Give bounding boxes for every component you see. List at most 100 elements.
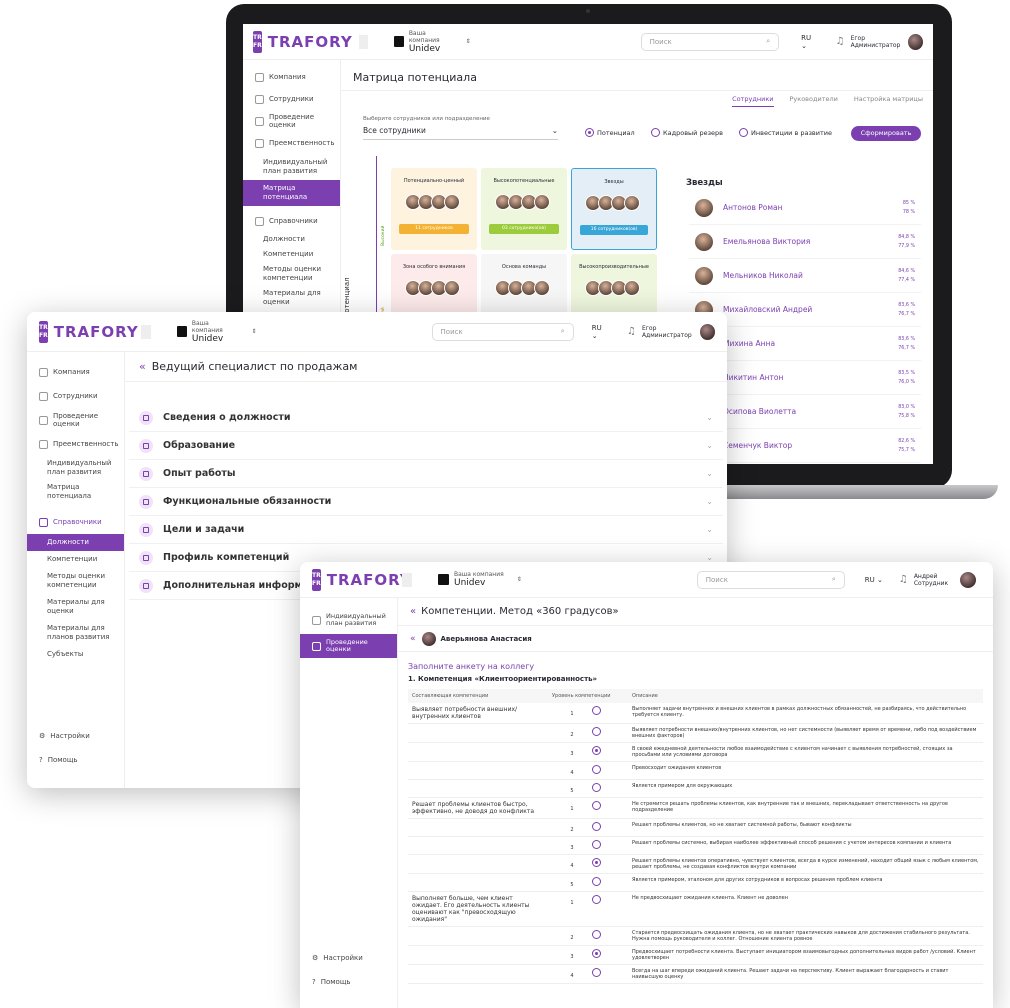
user-info[interactable]: Егор Администратор: [851, 35, 901, 49]
component-name: Решает проблемы клиентов быстро, эффекти…: [412, 801, 535, 815]
radio-reserve[interactable]: Кадровый резерв: [651, 128, 723, 137]
user-info[interactable]: Андрей Сотрудник: [914, 573, 948, 587]
help-link[interactable]: ? Помощь: [300, 972, 363, 992]
avatar[interactable]: [960, 571, 977, 588]
employees-select[interactable]: Все сотрудники ⌄: [363, 126, 558, 140]
matrix-cell[interactable]: Звезды 16 сотрудников(ов): [571, 168, 657, 250]
level-radio[interactable]: [592, 706, 601, 715]
sidebar-subitem[interactable]: Методы оценки компетенции: [27, 568, 124, 594]
level-radio[interactable]: [592, 727, 601, 736]
level-radio[interactable]: [592, 877, 601, 886]
sidebar-item-references[interactable]: Справочники: [27, 510, 124, 534]
laptop-search-input[interactable]: Поиск ⌕: [640, 32, 780, 51]
company-switcher[interactable]: Ваша компания Unidev ⇕: [176, 320, 257, 344]
sidebar-subitem[interactable]: Компетенции: [243, 247, 340, 262]
level-cell: 5: [548, 779, 628, 798]
sidebar-item[interactable]: Сотрудники: [243, 88, 340, 110]
language-select[interactable]: RU ⌄: [801, 34, 818, 50]
accordion-section[interactable]: Образование ⌄: [129, 432, 723, 460]
level-radio[interactable]: [592, 840, 601, 849]
matrix-cell[interactable]: Высокопотенциальные 03 сотрудника(ов): [481, 168, 567, 250]
sidebar-toggle-icon[interactable]: [141, 324, 151, 339]
level-radio[interactable]: [592, 801, 601, 810]
sidebar-item[interactable]: Компания: [27, 360, 124, 384]
level-radio[interactable]: [592, 895, 601, 904]
sidebar-subitem[interactable]: Индивидуальный план развития: [27, 456, 124, 480]
list-item[interactable]: Емельянова Виктория 84,8 % 77,9 %: [689, 225, 921, 259]
tab-employees[interactable]: Сотрудники: [732, 95, 774, 107]
level-radio[interactable]: [592, 822, 601, 831]
sidebar-subitem[interactable]: Матрица потенциала: [243, 180, 340, 206]
logo[interactable]: TR FR TRAFORY: [39, 320, 138, 343]
language-select[interactable]: RU ⌄: [865, 576, 883, 584]
company-switcher[interactable]: Ваша компания Unidev ⇕: [438, 571, 522, 588]
logo[interactable]: TR FR TRAFORY: [312, 568, 411, 591]
bell-icon[interactable]: ♫: [627, 326, 636, 337]
assessment-main: « Компетенции. Метод «360 градусов» « Ав…: [398, 598, 993, 1008]
table-row: 3 Предвосхищает потребности клиента. Выст…: [408, 945, 983, 965]
sidebar-subitem[interactable]: Субъекты: [27, 646, 124, 663]
sidebar-subitem[interactable]: Материалы для планов развития: [27, 620, 124, 646]
accordion-section[interactable]: Опыт работы ⌄: [129, 460, 723, 488]
sidebar-subitem[interactable]: Индивидуальный план развития: [243, 154, 340, 180]
sidebar-subitem[interactable]: Должности: [243, 232, 340, 247]
sidebar-item[interactable]: Сотрудники: [27, 384, 124, 408]
sidebar-toggle-icon[interactable]: [402, 572, 412, 587]
laptop-logo[interactable]: TR FR TRAFORY: [253, 30, 352, 53]
user-info[interactable]: Егор Администратор: [642, 325, 692, 339]
list-item[interactable]: Антонов Роман 85 % 78 %: [689, 191, 921, 225]
sidebar-item[interactable]: Преемственность: [27, 432, 124, 456]
company-switcher[interactable]: Ваша компания Unidev ⇕: [394, 30, 471, 54]
sidebar-subitem[interactable]: Материалы для оценки: [27, 594, 124, 620]
level-cell: 2: [548, 723, 628, 743]
matrix-cell[interactable]: Потенциально-ценный 11 сотрудников: [391, 168, 477, 250]
level-radio[interactable]: [592, 746, 601, 755]
sidebar-item[interactable]: Компания: [243, 66, 340, 88]
list-item[interactable]: Мельников Николай 84,6 % 77,4 %: [689, 259, 921, 293]
radio-icon: [585, 128, 594, 137]
accordion-section[interactable]: Сведения о должности ⌄: [129, 404, 723, 432]
generate-button[interactable]: Сформировать: [851, 126, 921, 141]
sidebar-subitem[interactable]: Должности: [27, 534, 124, 551]
back-icon[interactable]: «: [139, 360, 146, 373]
level-radio[interactable]: [592, 949, 601, 958]
radio-potential[interactable]: Потенциал: [585, 128, 635, 137]
settings-link[interactable]: ⚙ Настройки: [27, 726, 102, 746]
sidebar-subitem[interactable]: Методы оценки компетенции: [243, 262, 340, 286]
settings-link[interactable]: ⚙ Настройки: [300, 948, 375, 968]
bell-icon[interactable]: ♫: [899, 574, 908, 585]
tab-managers[interactable]: Руководители: [790, 95, 838, 107]
search-input[interactable]: Поиск ⌕: [431, 322, 574, 341]
back-icon[interactable]: «: [410, 634, 416, 644]
accordion-section[interactable]: Функциональные обязанности ⌄: [129, 488, 723, 516]
sidebar-item[interactable]: Проведение оценки: [27, 408, 124, 432]
radio-investments[interactable]: Инвестиции в развитие: [739, 128, 832, 137]
avatar[interactable]: [699, 323, 715, 340]
sidebar-item-label: Проведение оценки: [269, 113, 315, 129]
level-radio[interactable]: [592, 930, 601, 939]
sidebar-item[interactable]: Индивидуальный план развития: [300, 608, 397, 632]
sidebar-item[interactable]: Преемственность: [243, 132, 340, 154]
sidebar-item[interactable]: Проведение оценки: [243, 110, 340, 132]
matrix-cell-title: Зона особого внимания: [402, 264, 466, 270]
level-radio[interactable]: [592, 783, 601, 792]
sidebar-subitem[interactable]: Материалы для оценки: [243, 286, 340, 310]
accordion-section[interactable]: Цели и задачи ⌄: [129, 516, 723, 544]
sidebar-toggle-icon[interactable]: [359, 34, 369, 49]
search-input[interactable]: Поиск ⌕: [696, 570, 845, 589]
back-icon[interactable]: «: [410, 606, 416, 617]
bell-icon[interactable]: ♫: [836, 36, 845, 47]
avatar[interactable]: [908, 33, 923, 50]
sidebar-item[interactable]: Справочники: [243, 210, 340, 232]
language-select[interactable]: RU ⌄: [592, 324, 609, 340]
tab-matrix-settings[interactable]: Настройка матрицы: [854, 95, 923, 107]
level-radio[interactable]: [592, 765, 601, 774]
level-cell: 1: [548, 703, 628, 724]
sidebar-subitem[interactable]: Матрица потенциала: [27, 480, 124, 504]
help-link[interactable]: ? Помощь: [27, 750, 90, 770]
sidebar-item[interactable]: Проведение оценки: [300, 634, 397, 658]
level-radio[interactable]: [592, 968, 601, 977]
employee-name: Мельников Николай: [723, 271, 803, 280]
sidebar-subitem[interactable]: Компетенции: [27, 551, 124, 568]
level-radio[interactable]: [592, 858, 601, 867]
